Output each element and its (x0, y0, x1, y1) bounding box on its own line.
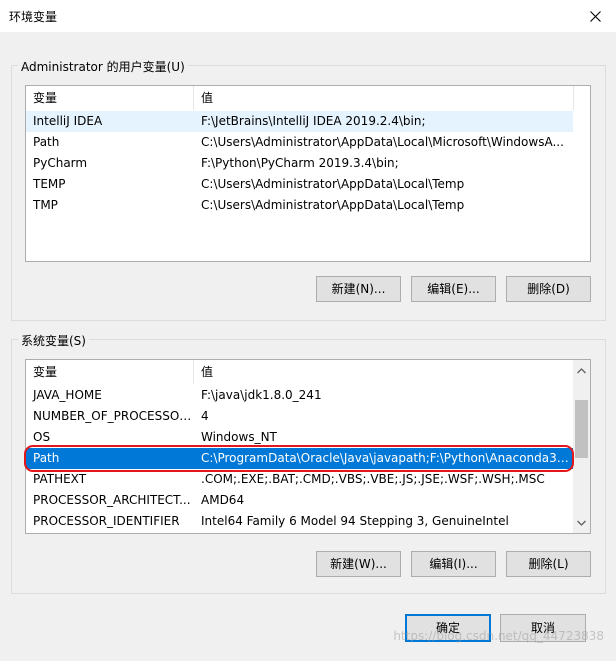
highlight-annotation (24, 445, 574, 472)
var-name: TEMP (33, 177, 66, 191)
list-item[interactable]: Path C:\Users\Administrator\AppData\Loca… (26, 132, 573, 153)
close-icon (589, 10, 601, 22)
var-name: NUMBER_OF_PROCESSORS (33, 409, 193, 423)
list-item[interactable]: TEMP C:\Users\Administrator\AppData\Loca… (26, 174, 573, 195)
chevron-up-icon (577, 367, 586, 373)
var-value: 4 (201, 409, 209, 423)
var-value: Intel64 Family 6 Model 94 Stepping 3, Ge… (201, 514, 509, 528)
column-header-value[interactable]: 值 (195, 86, 575, 110)
var-value: C:\Users\Administrator\AppData\Local\Tem… (201, 198, 465, 212)
scrollbar-thumb[interactable] (575, 400, 588, 458)
system-vars-label: 系统变量(S) (18, 332, 89, 349)
list-item[interactable]: IntelliJ IDEA F:\JetBrains\IntelliJ IDEA… (26, 111, 573, 132)
watermark: https://blog.csdn.net/qq_44723838 (393, 629, 604, 643)
scroll-down-button[interactable] (573, 514, 590, 531)
var-name: Path (33, 135, 60, 149)
column-header-variable[interactable]: 变量 (27, 360, 193, 384)
list-item[interactable]: PATHEXT .COM;.EXE;.BAT;.CMD;.VBS;.VBE;.J… (26, 469, 573, 490)
title-bar: 环境变量 (0, 0, 616, 32)
var-value: C:\Users\Administrator\AppData\Local\Mic… (201, 135, 564, 149)
list-item[interactable]: PROCESSOR_ARCHITECT... AMD64 (26, 490, 573, 511)
var-value: AMD64 (201, 493, 245, 507)
list-item[interactable]: PyCharm F:\Python\PyCharm 2019.3.4\bin; (26, 153, 573, 174)
var-value: .COM;.EXE;.BAT;.CMD;.VBS;.VBE;.JS;.JSE;.… (201, 472, 545, 486)
var-name: IntelliJ IDEA (33, 114, 103, 128)
user-new-button[interactable]: 新建(N)... (316, 276, 401, 302)
user-vars-header: 变量 值 (26, 86, 575, 110)
var-name: PATHEXT (33, 472, 87, 486)
var-value: C:\Users\Administrator\AppData\Local\Tem… (201, 177, 465, 191)
var-name: TMP (33, 198, 58, 212)
list-item[interactable]: NUMBER_OF_PROCESSORS 4 (26, 406, 573, 427)
user-vars-label: Administrator 的用户变量(U) (18, 58, 188, 75)
user-delete-button[interactable]: 删除(D) (506, 276, 591, 302)
system-new-button[interactable]: 新建(W)... (316, 551, 401, 577)
chevron-down-icon (577, 520, 586, 526)
var-value: F:\java\jdk1.8.0_241 (201, 388, 322, 402)
var-name: PROCESSOR_IDENTIFIER (33, 514, 180, 528)
column-header-variable[interactable]: 变量 (27, 86, 193, 110)
system-delete-button[interactable]: 删除(L) (506, 551, 591, 577)
scroll-up-button[interactable] (573, 362, 590, 379)
user-edit-button[interactable]: 编辑(E)... (411, 276, 496, 302)
column-header-value[interactable]: 值 (195, 360, 573, 384)
var-name: JAVA_HOME (33, 388, 102, 402)
window-title: 环境变量 (9, 10, 58, 24)
var-name: PyCharm (33, 156, 88, 170)
list-item[interactable]: PROCESSOR_IDENTIFIER Intel64 Family 6 Mo… (26, 511, 573, 532)
var-value: F:\Python\PyCharm 2019.3.4\bin; (201, 156, 399, 170)
list-item[interactable]: TMP C:\Users\Administrator\AppData\Local… (26, 195, 573, 216)
vertical-scrollbar[interactable] (573, 360, 590, 533)
var-name: PROCESSOR_ARCHITECT... (33, 493, 191, 507)
close-button[interactable] (580, 3, 610, 29)
list-item[interactable]: JAVA_HOME F:\java\jdk1.8.0_241 (26, 385, 573, 406)
system-vars-header: 变量 值 (26, 360, 573, 384)
user-vars-list[interactable]: 变量 值 IntelliJ IDEA F:\JetBrains\IntelliJ… (25, 85, 591, 262)
system-edit-button[interactable]: 编辑(I)... (411, 551, 496, 577)
var-value: F:\JetBrains\IntelliJ IDEA 2019.2.4\bin; (201, 114, 426, 128)
